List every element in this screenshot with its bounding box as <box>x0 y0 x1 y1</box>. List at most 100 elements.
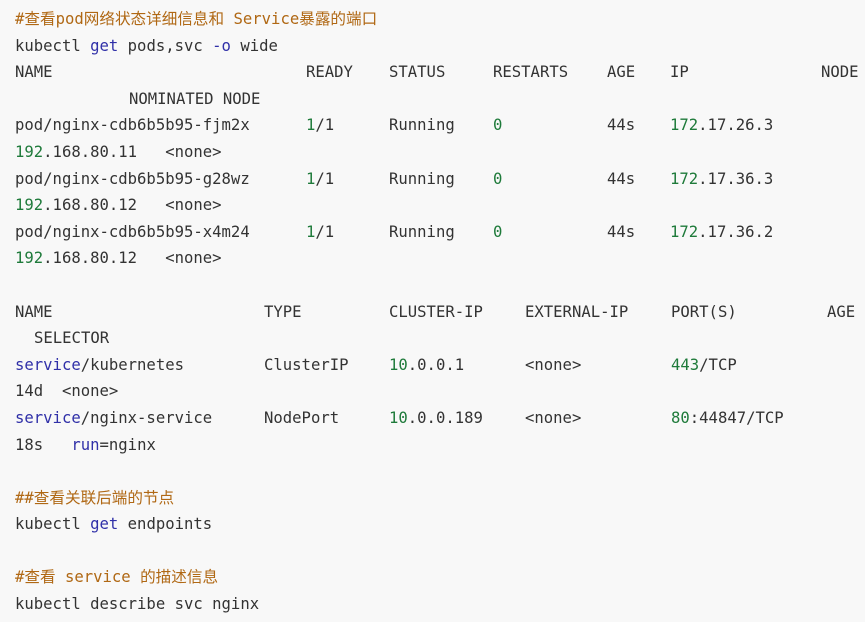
svc-selector-key: run <box>71 435 100 454</box>
pod-name: pod/nginx-cdb6b5b95-g28wz <box>15 169 250 188</box>
col-ports: PORT(S) <box>671 302 737 321</box>
pod-ready-num: 1 <box>306 116 316 135</box>
comment-service: service <box>64 568 131 587</box>
cmd-kubectl: kubectl <box>15 36 91 55</box>
comment-line-1: #查看pod网络状态详细信息和 Service暴露的端口 <box>15 6 865 33</box>
code-block: #查看pod网络状态详细信息和 Service暴露的端口 kubectl get… <box>0 0 865 622</box>
svc-row-wrap: 14d <none> <box>15 378 865 405</box>
pod-ready-num: 1 <box>306 222 316 241</box>
col-external-ip: EXTERNAL-IP <box>525 302 629 321</box>
command-line-2: kubectl get endpoints <box>15 511 865 538</box>
comment-line-2: ##查看关联后端的节点 <box>15 485 865 512</box>
svc-type: ClusterIP <box>264 355 349 374</box>
command-line-3: kubectl describe svc nginx <box>15 591 865 618</box>
cmd-get-keyword: get <box>90 36 119 55</box>
svc-selector: <none> <box>61 382 119 401</box>
pod-name: pod/nginx-cdb6b5b95-fjm2x <box>15 116 250 135</box>
pod-ip-tail: .17.36.3 <box>698 169 774 188</box>
svc-port-num: 80 <box>671 408 690 427</box>
col-name: NAME <box>15 63 53 82</box>
svc-name: /nginx-service <box>80 408 213 427</box>
pod-ready-den: /1 <box>315 169 335 188</box>
svc-external-ip: <none> <box>525 408 582 427</box>
pod-ready-num: 1 <box>306 169 316 188</box>
comment-text-post: 暴露的端口 <box>299 10 378 28</box>
svc-cluster-ip-head: 10 <box>389 408 408 427</box>
pod-row-wrap: 192.168.80.11 <none> <box>15 139 865 166</box>
pod-age: 44s <box>607 169 636 188</box>
comment-service: Service <box>233 10 300 28</box>
svc-age: 14d <box>15 382 44 401</box>
pod-ip-head: 172 <box>670 222 699 241</box>
svc-kind: service <box>15 355 81 374</box>
col-age: AGE <box>827 302 856 321</box>
col-status: STATUS <box>389 63 446 82</box>
svc-type: NodePort <box>264 408 340 427</box>
pod-node-tail: .168.80.11 <box>43 142 138 161</box>
col-ip: IP <box>670 63 689 82</box>
pod-node-tail: .168.80.12 <box>43 196 138 215</box>
svc-cluster-ip-head: 10 <box>389 355 408 374</box>
svc-header-row-wrap: SELECTOR <box>15 325 865 352</box>
pod-status: Running <box>389 222 455 241</box>
svc-name: /kubernetes <box>80 355 184 374</box>
pod-restarts: 0 <box>493 222 503 241</box>
pod-restarts: 0 <box>493 116 503 135</box>
pod-age: 44s <box>607 222 636 241</box>
pod-row: pod/nginx-cdb6b5b95-fjm2x 1/1 Running 0 44s 1… <box>15 112 865 139</box>
pod-node-head: 192 <box>15 196 44 215</box>
cmd-kubectl: kubectl <box>15 515 91 534</box>
pod-ip-head: 172 <box>670 116 699 135</box>
col-node: NODE <box>821 63 859 82</box>
col-ready: READY <box>306 63 353 82</box>
col-age: AGE <box>607 63 636 82</box>
svc-external-ip: <none> <box>525 355 582 374</box>
pod-name: pod/nginx-cdb6b5b95-x4m24 <box>15 222 250 241</box>
command-line-1: kubectl get pods,svc -o wide <box>15 33 865 60</box>
comment-text: 查看 <box>24 10 56 28</box>
comment-text-post: 的描述信息 <box>130 568 219 587</box>
comment-text: 查看 <box>24 568 65 587</box>
col-restarts: RESTARTS <box>493 63 569 82</box>
cmd-wide: wide <box>230 36 278 55</box>
svc-selector-val: =nginx <box>99 435 156 454</box>
svc-row: service/kubernetes ClusterIP 10.0.0.1 <none… <box>15 352 865 379</box>
svc-age: 18s <box>15 435 44 454</box>
svc-row-wrap: 18s run=nginx <box>15 432 865 459</box>
comment-hash: # <box>15 568 25 587</box>
pod-node-tail: .168.80.12 <box>43 249 138 268</box>
svc-cluster-ip-tail: .0.0.189 <box>407 408 483 427</box>
cmd-resources: pods,svc <box>118 36 213 55</box>
cmd-describe: kubectl describe svc nginx <box>15 595 260 614</box>
pods-header-row: NAME READY STATUS RESTARTS AGE IP NODE <box>15 59 865 86</box>
cmd-get-keyword: get <box>90 515 119 534</box>
pods-header-row-wrap: NOMINATED NODE <box>15 86 865 113</box>
svc-row: service/nginx-service NodePort 10.0.0.189 <… <box>15 405 865 432</box>
pod-node-head: 192 <box>15 249 44 268</box>
pod-nominated: <none> <box>165 196 222 215</box>
svc-port-num: 443 <box>671 355 700 374</box>
pod-restarts: 0 <box>493 169 503 188</box>
pod-ready-den: /1 <box>315 116 335 135</box>
comment-line-3: #查看 service 的描述信息 <box>15 564 865 591</box>
pod-status: Running <box>389 116 455 135</box>
col-cluster-ip: CLUSTER-IP <box>389 302 483 321</box>
pod-row: pod/nginx-cdb6b5b95-x4m24 1/1 Running 0 44s 1… <box>15 219 865 246</box>
pod-ready-den: /1 <box>315 222 335 241</box>
pod-node-head: 192 <box>15 142 44 161</box>
pod-ip-tail: .17.36.2 <box>698 222 774 241</box>
pod-row-wrap: 192.168.80.12 <none> <box>15 192 865 219</box>
cmd-endpoints: endpoints <box>118 515 213 534</box>
svc-cluster-ip-tail: .0.0.1 <box>407 355 465 374</box>
comment-text-mid: 网络状态详细信息和 <box>83 10 234 28</box>
comment-hash: ## <box>15 488 34 507</box>
pod-nominated: <none> <box>165 142 222 161</box>
pod-ip-tail: .17.26.3 <box>698 116 774 135</box>
col-name: NAME <box>15 302 53 321</box>
comment-hash: # <box>15 10 25 28</box>
svc-port-rest: /TCP <box>699 355 737 374</box>
svc-kind: service <box>15 408 81 427</box>
